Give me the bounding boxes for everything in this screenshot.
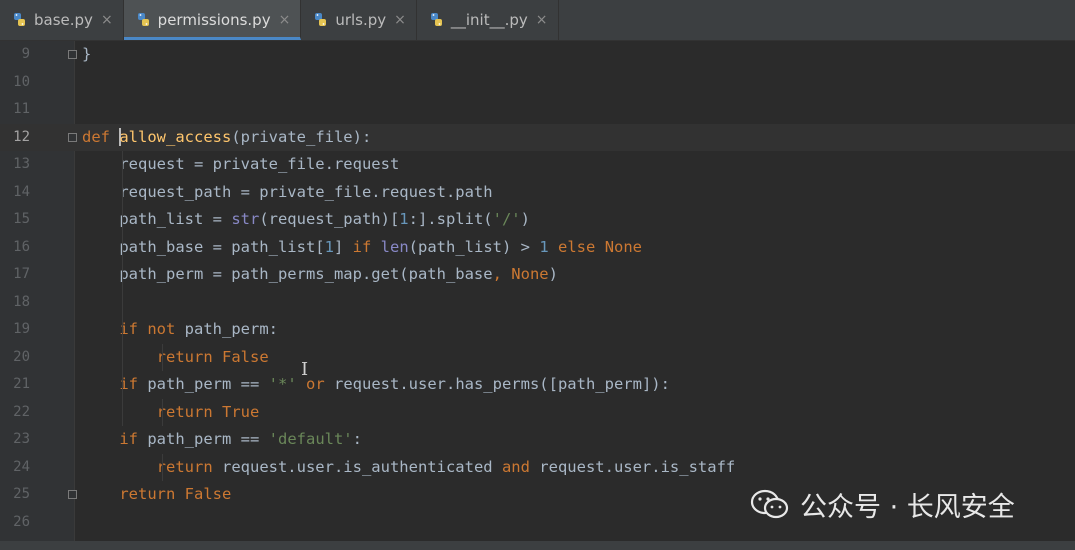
code-text: return request.user.is_authenticated and… [156,457,736,476]
code-text: def allow_access(private_file): [82,127,372,146]
line-number: 24 [13,458,30,475]
code-text: path_list = str(request_path)[1:].split(… [82,210,530,228]
code-line[interactable]: 12 def allow_access(private_file): [0,123,1075,151]
python-file-icon [313,12,329,28]
editor-tab-bar: base.py × permissions.py × urls.py × __i… [0,0,1075,41]
line-number: 23 [13,431,30,447]
indent-guide [162,453,163,481]
tab-init-py[interactable]: __init__.py × [417,0,559,40]
line-number: 21 [13,376,30,392]
wechat-icon [750,489,789,518]
line-number: 13 [13,156,30,172]
line-number: 19 [13,321,30,337]
line-number: 20 [13,348,30,365]
code-text: path_perm = path_perms_map.get(path_base… [82,265,558,283]
code-line[interactable]: 13 request = private_file.request [0,151,1075,179]
line-number: 10 [13,73,30,90]
line-number: 15 [13,211,30,227]
indent-guide [162,343,163,371]
fold-marker-icon[interactable] [68,132,77,142]
code-text: return False [119,485,232,503]
code-line[interactable]: 21 if path_perm == '*' or request.user.h… [0,371,1075,399]
line-number: 16 [13,238,30,255]
close-icon[interactable]: × [394,12,406,28]
code-line[interactable]: 17 path_perm = path_perms_map.get(path_b… [0,261,1075,289]
code-line[interactable]: 11 [0,96,1075,124]
code-line[interactable]: 15 path_list = str(request_path)[1:].spl… [0,206,1075,234]
python-file-icon [429,12,445,28]
code-text: request_path = private_file.request.path [82,182,493,201]
close-icon[interactable]: × [279,12,291,28]
code-text: request = private_file.request [82,155,400,173]
code-text: return False [156,347,269,366]
python-file-icon [136,12,152,28]
tab-label: __init__.py [450,11,528,29]
tab-label: permissions.py [157,11,271,29]
tab-permissions-py[interactable]: permissions.py × [123,0,302,40]
code-line[interactable]: 9} [0,41,1075,69]
code-line[interactable]: 18 [0,289,1075,317]
code-line[interactable]: 14 request_path = private_file.request.p… [0,179,1075,207]
code-editor[interactable]: 9} 10 11 12 def allow_access(private_file): 1… [0,41,1075,541]
line-number: 9 [21,46,30,62]
watermark: 公众号 · 长风安全 [750,485,1015,524]
fold-marker-icon[interactable] [68,50,77,59]
horizontal-scrollbar[interactable] [0,541,1075,550]
line-number: 17 [13,266,30,282]
code-text: path_base = path_list[1] if len(path_lis… [82,237,643,256]
line-number: 18 [13,293,30,310]
python-file-icon [12,12,28,28]
line-number: 22 [13,403,30,420]
indent-guide [122,151,123,426]
line-number: 14 [13,183,30,200]
fold-marker-icon[interactable] [68,490,77,499]
line-number: 25 [13,486,30,502]
code-text: if path_perm == 'default': [119,430,362,448]
code-line[interactable]: 19 if not path_perm: [0,316,1075,344]
text-cursor-icon: I [301,359,309,380]
code-line[interactable]: 16 path_base = path_list[1] if len(path_… [0,234,1075,262]
code-text: } [82,45,92,63]
indent-guide [162,398,163,426]
line-number: 26 [13,513,30,530]
tab-label: base.py [34,11,93,29]
close-icon[interactable]: × [536,12,548,28]
close-icon[interactable]: × [101,12,113,28]
code-line[interactable]: 23 if path_perm == 'default': [0,426,1075,454]
line-number: 11 [13,101,30,117]
code-text: return True [156,402,260,421]
tab-urls-py[interactable]: urls.py × [301,0,417,40]
tab-label: urls.py [335,11,387,29]
code-text: if path_perm == '*' or request.user.has_… [119,375,670,393]
watermark-text: 公众号 · 长风安全 [800,492,1015,523]
line-number: 12 [13,128,30,145]
code-line[interactable]: 10 [0,69,1075,97]
code-text: if not path_perm: [119,320,278,338]
tab-base-py[interactable]: base.py × [0,0,124,40]
